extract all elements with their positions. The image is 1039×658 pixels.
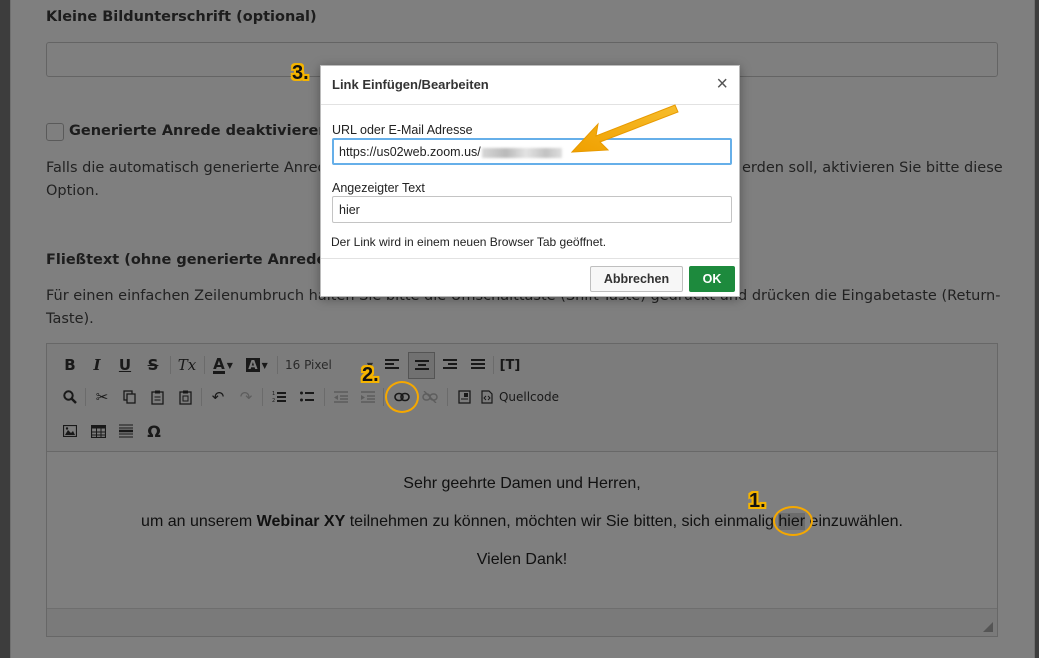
ok-button[interactable]: OK — [689, 266, 735, 292]
arrow-annotation-icon — [570, 104, 679, 153]
new-tab-note: Der Link wird in einem neuen Browser Tab… — [331, 235, 607, 249]
step1-number: 1. — [749, 490, 766, 512]
step1-highlight-circle — [773, 506, 813, 536]
url-label: URL oder E-Mail Adresse — [332, 123, 473, 137]
cancel-button[interactable]: Abbrechen — [590, 266, 683, 292]
dialog-footer: Abbrechen OK — [321, 258, 739, 296]
step3-number: 3. — [292, 62, 309, 84]
step2-number: 2. — [362, 364, 379, 386]
display-text-label: Angezeigter Text — [332, 181, 425, 195]
url-value: https://us02web.zoom.us/ — [339, 145, 481, 159]
close-icon[interactable]: × — [716, 74, 728, 94]
display-text-input[interactable]: hier — [332, 196, 732, 223]
dialog-title: Link Einfügen/Bearbeiten — [332, 77, 489, 92]
redacted-url-part — [481, 147, 562, 158]
step2-highlight-circle — [385, 381, 419, 413]
